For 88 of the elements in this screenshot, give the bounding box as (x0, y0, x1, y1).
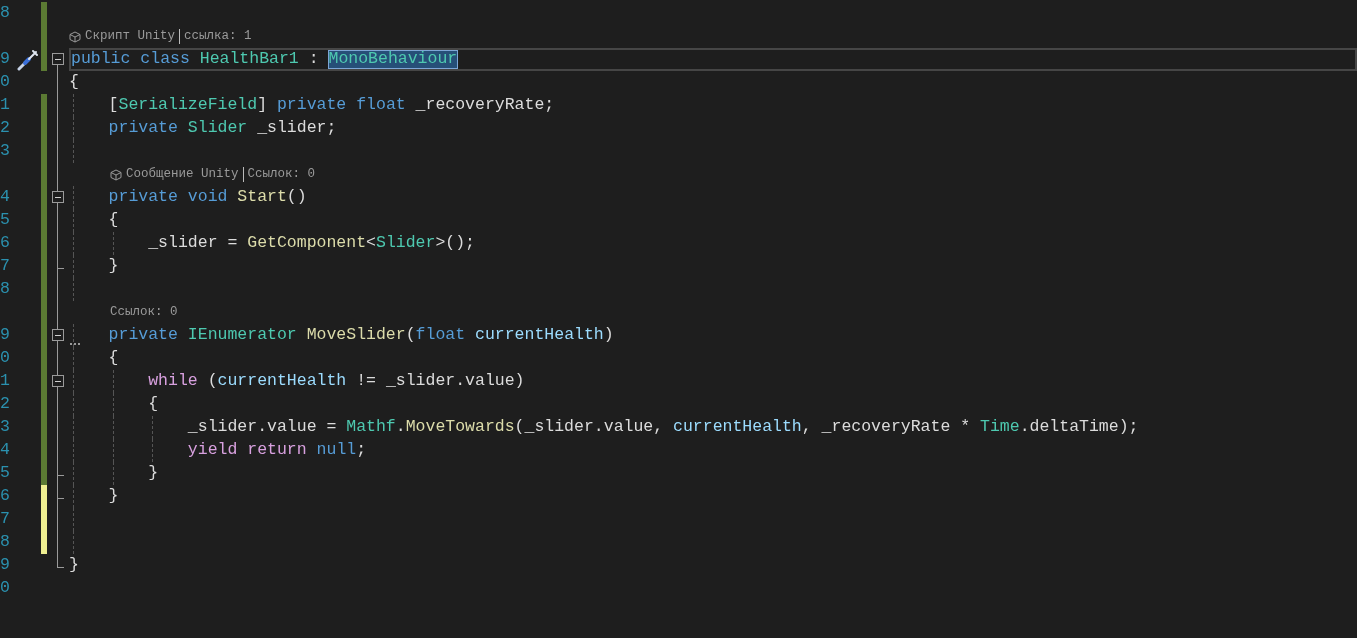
code-token: [ (108, 97, 119, 114)
code-lens-link[interactable]: Ссылок: 0 (110, 303, 178, 322)
code-token: currentHealth (217, 373, 347, 390)
code-token: ] (257, 97, 268, 114)
code-token: HealthBar1 (199, 51, 299, 68)
line-number: 0 (0, 74, 10, 91)
line-number: 7 (0, 511, 10, 528)
code-token: (_slider.value, (514, 419, 664, 436)
code-token: _recoveryRate; (415, 97, 555, 114)
code-token: ( (207, 373, 218, 390)
code-token: _slider; (257, 120, 337, 137)
line-number: 9 (0, 557, 10, 574)
line-number: 9 (0, 327, 10, 344)
code-token: Slider (187, 120, 248, 137)
code-token: currentHealth (475, 327, 604, 344)
code-token: MoveSlider (306, 327, 406, 344)
code-token: MoveTowards (405, 419, 515, 436)
code-token: while (148, 373, 198, 390)
code-token: yield (187, 442, 238, 459)
code-token: Start (237, 189, 287, 206)
code-token: . (395, 419, 406, 436)
code-token: Time (980, 419, 1020, 436)
line-number: 6 (0, 488, 10, 505)
line-number: 8 (0, 5, 10, 22)
code-token: GetComponent (247, 235, 367, 252)
code-token: } (108, 488, 119, 505)
line-number: 3 (0, 419, 10, 436)
line-number: 1 (0, 97, 10, 114)
code-token: private (276, 97, 347, 114)
line-number: 3 (0, 143, 10, 160)
code-token: float (415, 327, 466, 344)
screwdriver-icon[interactable] (15, 48, 40, 71)
code-token: { (69, 74, 79, 91)
code-token: Slider (376, 235, 436, 252)
code-token: void (187, 189, 228, 206)
line-number: 9 (0, 51, 10, 68)
code-token: { (108, 212, 119, 229)
code-token: , _recoveryRate * (801, 419, 971, 436)
code-token: MonoBehaviour (328, 51, 458, 68)
code-token: IEnumerator (187, 327, 297, 344)
line-number: 6 (0, 235, 10, 252)
line-number: 0 (0, 580, 10, 597)
code-token: { (148, 396, 159, 413)
code-lens-link[interactable]: Ссылок: 0 (247, 165, 316, 184)
code-token: : (308, 51, 319, 68)
line-number: 1 (0, 373, 10, 390)
line-number: 4 (0, 442, 10, 459)
code-token: < (366, 235, 376, 252)
collapse-icon[interactable] (52, 375, 64, 387)
code-token: class (140, 51, 190, 68)
code-token: public (71, 51, 131, 68)
code-token: ( (405, 327, 416, 344)
collapse-icon[interactable] (52, 53, 64, 65)
line-number: 5 (0, 212, 10, 229)
collapse-icon[interactable] (52, 329, 64, 341)
code-token: SerializeField (118, 97, 258, 114)
code-token: >(); (435, 235, 475, 252)
code-token: private (108, 327, 178, 344)
code-token: != _slider.value) (356, 373, 525, 390)
code-token: private (108, 189, 178, 206)
code-lens-link[interactable]: ссылка: 1 (184, 27, 252, 46)
line-number: 7 (0, 258, 10, 275)
code-token: null (316, 442, 357, 459)
code-token: () (286, 189, 307, 206)
code-token: private (108, 120, 178, 137)
line-number: 5 (0, 465, 10, 482)
line-number: 4 (0, 189, 10, 206)
code-token: } (148, 465, 159, 482)
code-token: { (108, 350, 119, 367)
line-number: 8 (0, 281, 10, 298)
code-token: Mathf (346, 419, 396, 436)
collapse-icon[interactable] (52, 191, 64, 203)
code-token: float (356, 97, 406, 114)
code-token: } (69, 557, 79, 574)
code-token: .deltaTime); (1019, 419, 1139, 436)
line-number: 2 (0, 396, 10, 413)
code-token: _slider = (148, 235, 238, 252)
code-token: return (247, 442, 307, 459)
line-number: 0 (0, 350, 10, 367)
line-number: 2 (0, 120, 10, 137)
code-lens-link[interactable]: Сообщение Unity (126, 165, 239, 184)
line-number: 8 (0, 534, 10, 551)
code-token: } (108, 258, 119, 275)
code-token: _slider.value = (187, 419, 337, 436)
code-token: currentHealth (673, 419, 802, 436)
code-token: ) (603, 327, 614, 344)
code-token: ; (356, 442, 367, 459)
code-lens-link[interactable]: Скрипт Unity (85, 27, 175, 46)
